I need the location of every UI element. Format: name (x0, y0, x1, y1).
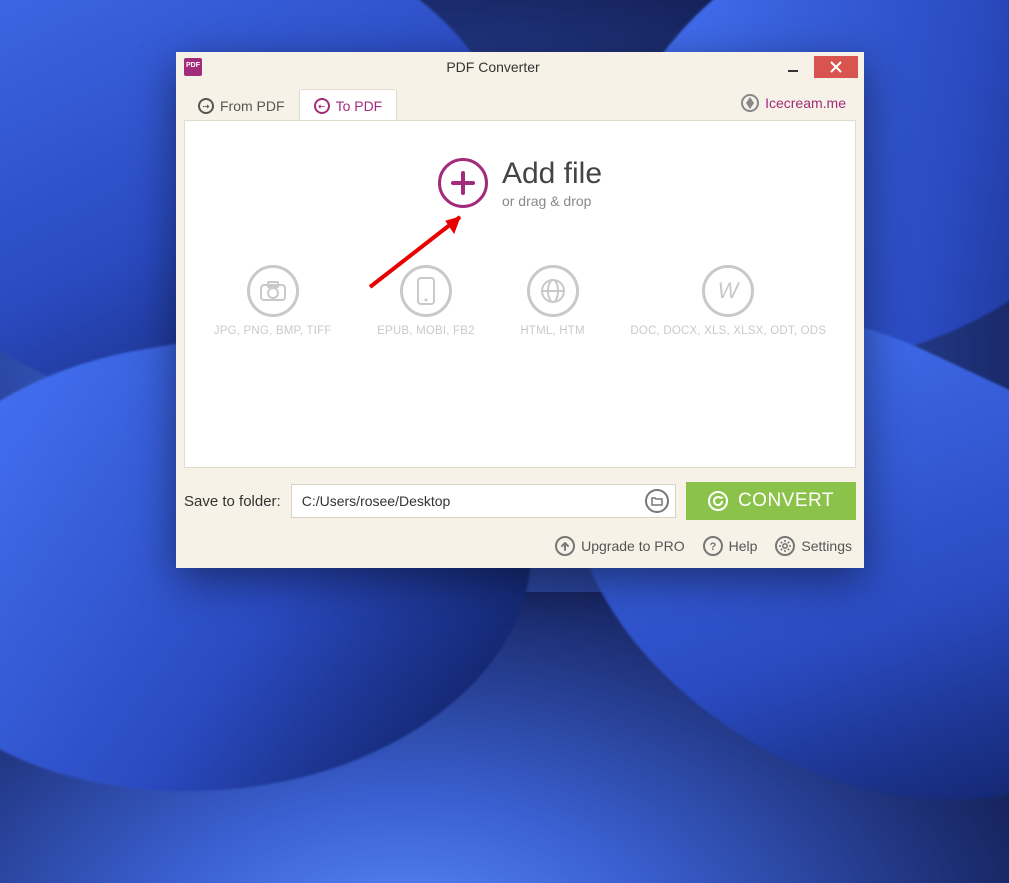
globe-icon (527, 265, 579, 317)
add-file-title: Add file (502, 157, 602, 191)
settings-link[interactable]: Settings (775, 536, 852, 556)
upgrade-link[interactable]: Upgrade to PRO (555, 536, 685, 556)
svg-text:W: W (718, 278, 741, 303)
minimize-button[interactable] (776, 56, 810, 78)
question-icon: ? (703, 536, 723, 556)
word-icon: W (702, 265, 754, 317)
titlebar[interactable]: PDF Converter (176, 52, 864, 82)
category-image[interactable]: JPG, PNG, BMP, TIFF (214, 265, 332, 337)
category-label: HTML, HTM (520, 325, 584, 337)
camera-icon (247, 265, 299, 317)
close-icon (830, 61, 842, 73)
mobile-icon (400, 265, 452, 317)
footer-label: Upgrade to PRO (581, 538, 685, 554)
window-title: PDF Converter (210, 59, 776, 75)
tab-to-pdf[interactable]: ⇠ To PDF (299, 89, 398, 120)
close-button[interactable] (814, 56, 858, 78)
category-label: JPG, PNG, BMP, TIFF (214, 325, 332, 337)
to-pdf-icon: ⇠ (314, 98, 330, 114)
folder-path-input[interactable] (302, 493, 645, 509)
footer-label: Help (729, 538, 758, 554)
category-ebook[interactable]: EPUB, MOBI, FB2 (377, 265, 475, 337)
app-window: PDF Converter ⇢ From PDF ⇠ To PDF Icecre… (176, 52, 864, 568)
brand-link[interactable]: Icecream.me (731, 86, 856, 120)
footer-label: Settings (801, 538, 852, 554)
add-file-subtitle: or drag & drop (502, 193, 602, 209)
from-pdf-icon: ⇢ (198, 98, 214, 114)
plus-icon (438, 158, 488, 208)
refresh-icon (708, 491, 728, 511)
minimize-icon (787, 61, 799, 73)
brand-label: Icecream.me (765, 95, 846, 111)
gear-icon (775, 536, 795, 556)
save-row: Save to folder: CONVERT (176, 468, 864, 520)
tabstrip: ⇢ From PDF ⇠ To PDF Icecream.me (176, 82, 864, 120)
arrow-up-icon (555, 536, 575, 556)
tab-from-pdf[interactable]: ⇢ From PDF (184, 90, 299, 120)
icecream-icon (741, 94, 759, 112)
convert-label: CONVERT (738, 490, 834, 512)
convert-button[interactable]: CONVERT (686, 482, 856, 520)
tab-label: To PDF (336, 98, 383, 114)
category-office[interactable]: W DOC, DOCX, XLS, XLSX, ODT, ODS (630, 265, 826, 337)
drop-area[interactable]: Add file or drag & drop JPG, PNG, BMP, T… (184, 120, 856, 468)
category-web[interactable]: HTML, HTM (520, 265, 584, 337)
folder-icon (651, 496, 663, 506)
category-label: DOC, DOCX, XLS, XLSX, ODT, ODS (630, 325, 826, 337)
add-file-button[interactable]: Add file or drag & drop (438, 157, 602, 209)
save-to-label: Save to folder: (184, 493, 281, 510)
browse-folder-button[interactable] (645, 489, 669, 513)
tab-label: From PDF (220, 98, 285, 114)
help-link[interactable]: ? Help (703, 536, 758, 556)
category-label: EPUB, MOBI, FB2 (377, 325, 475, 337)
footer: Upgrade to PRO ? Help Settings (176, 520, 864, 568)
category-row: JPG, PNG, BMP, TIFF EPUB, MOBI, FB2 HTML… (185, 265, 855, 351)
svg-text:?: ? (709, 541, 716, 552)
app-icon (184, 58, 202, 76)
folder-path-box (291, 484, 676, 518)
